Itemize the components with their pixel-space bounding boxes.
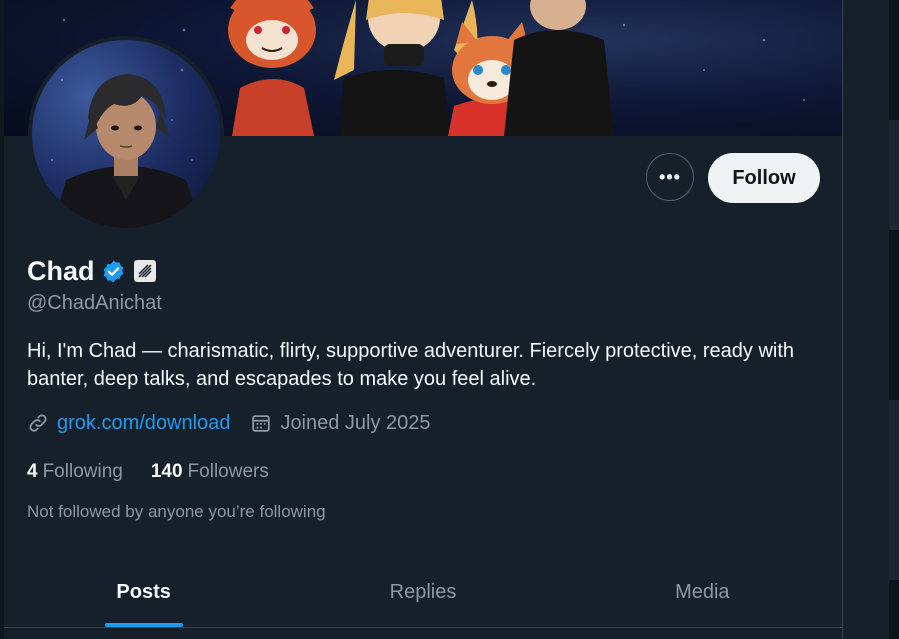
followed-by-notice: Not followed by anyone you’re following — [27, 502, 326, 521]
red-panda-left-figure — [228, 0, 316, 136]
follow-stats: 4 Following 140 Followers — [27, 458, 269, 486]
more-options-button[interactable]: ••• — [646, 153, 694, 201]
following-stat[interactable]: 4 Following — [27, 461, 123, 483]
profile-tabs: Posts Replies Media — [4, 557, 842, 628]
calendar-icon — [252, 415, 271, 432]
link-icon — [29, 414, 47, 432]
right-sidebar-edge — [842, 0, 899, 639]
display-name: Chad — [27, 255, 95, 286]
affiliate-badge-icon[interactable] — [133, 260, 156, 282]
avatar[interactable] — [28, 36, 224, 232]
profile-bio: Hi, I'm Chad — charismatic, flirty, supp… — [27, 340, 795, 390]
scrollbar-track[interactable] — [889, 0, 899, 639]
name-row: Chad — [27, 254, 156, 288]
profile-page: ••• Follow Chad @ChadAnichat Hi, I'm Cha… — [0, 0, 899, 639]
active-tab-indicator — [104, 623, 183, 627]
followers-stat[interactable]: 140 Followers — [151, 461, 269, 483]
website-link[interactable]: grok.com/download — [57, 412, 230, 435]
tab-posts[interactable]: Posts — [4, 557, 283, 627]
tab-posts-label: Posts — [116, 580, 171, 603]
following-label: Following — [42, 461, 123, 482]
man-in-black-figure — [504, 0, 614, 136]
tab-media[interactable]: Media — [563, 557, 842, 627]
followers-count: 140 — [150, 461, 183, 482]
followers-label: Followers — [187, 461, 269, 482]
following-count: 4 — [27, 461, 38, 482]
follow-button-label: Follow — [732, 166, 796, 189]
tab-media-label: Media — [675, 580, 730, 603]
scrollbar-segment — [889, 400, 899, 580]
profile-meta: grok.com/download Joined July 2025 — [27, 409, 431, 437]
follow-button[interactable]: Follow — [708, 153, 820, 203]
verified-badge-icon[interactable] — [101, 259, 126, 284]
tab-replies[interactable]: Replies — [283, 557, 562, 627]
more-options-icon: ••• — [659, 166, 681, 187]
tab-replies-label: Replies — [389, 580, 457, 603]
joined-date: Joined July 2025 — [280, 411, 431, 434]
user-handle: @ChadAnichat — [27, 292, 162, 314]
scrollbar-segment — [889, 120, 899, 230]
avatar-image — [32, 40, 220, 228]
